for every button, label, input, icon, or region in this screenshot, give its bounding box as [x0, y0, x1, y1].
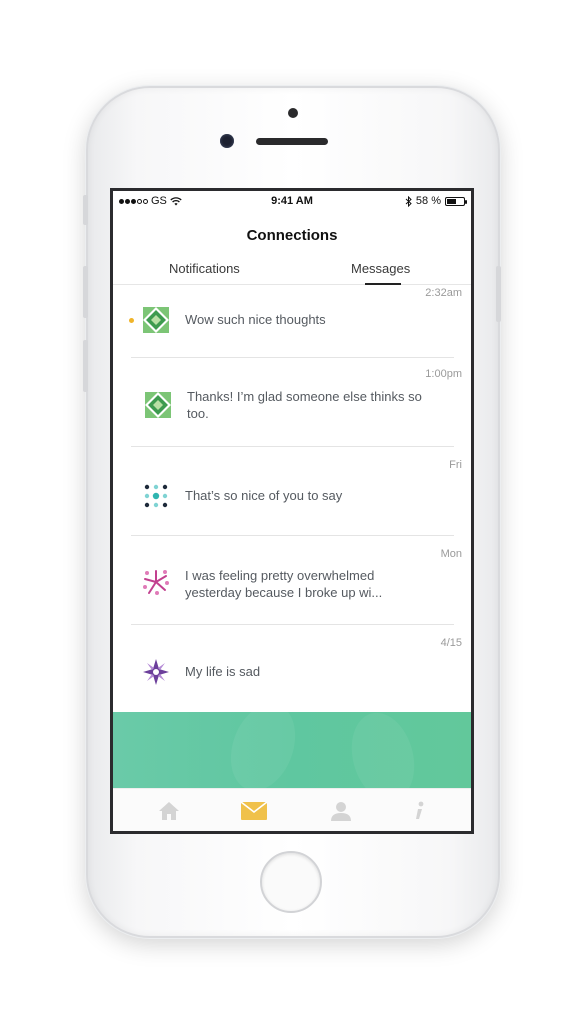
message-preview: That’s so nice of you to say — [185, 488, 343, 503]
page-title: Connections — [246, 227, 338, 244]
tab-profile[interactable] — [328, 800, 354, 822]
tab-messages[interactable]: Messages — [351, 261, 410, 276]
info-icon — [416, 801, 424, 819]
green-quilt-avatar-icon — [143, 307, 169, 333]
mail-icon — [241, 802, 267, 820]
list-item[interactable]: 1:00pm Thanks! I’m glad someone else thi… — [113, 358, 471, 446]
dots-avatar-icon — [143, 483, 169, 509]
purple-star-avatar-icon — [143, 659, 169, 685]
power-button — [496, 266, 501, 322]
list-item[interactable]: Mon I was feeling pretty overwhelmed yes… — [113, 536, 471, 624]
list-item[interactable]: 4/15 My life is sad — [113, 625, 471, 711]
decorative-banner — [113, 712, 471, 788]
message-time: Mon — [440, 548, 462, 560]
status-bar: GS 9:41 AM 58 % — [113, 191, 471, 213]
message-preview: Wow such nice thoughts — [185, 312, 326, 327]
battery-icon — [445, 196, 467, 206]
message-preview: Thanks! I’m glad someone else thinks so … — [187, 389, 422, 421]
message-time: 4/15 — [440, 637, 462, 649]
message-preview: My life is sad — [185, 664, 261, 679]
volume-up-button — [83, 266, 88, 318]
proximity-sensor — [288, 108, 298, 118]
earpiece-speaker — [256, 138, 328, 145]
battery-fill — [447, 198, 456, 204]
tab-bar: Notifications Messages — [113, 259, 471, 285]
list-item[interactable]: 2:32am Wow such nice thoughts — [113, 285, 471, 357]
status-right: 58 % — [405, 195, 467, 207]
message-time: Fri — [449, 459, 462, 471]
message-time: 1:00pm — [425, 368, 462, 380]
mute-switch — [83, 195, 88, 225]
bottom-tab-bar — [113, 788, 471, 831]
profile-icon — [331, 802, 351, 821]
tab-messages-icon[interactable] — [241, 800, 267, 822]
tab-notifications[interactable]: Notifications — [169, 261, 240, 276]
message-time: 2:32am — [425, 287, 462, 299]
green-quilt-avatar-icon — [145, 392, 171, 418]
app-screen: GS 9:41 AM 58 % Connections Notification… — [110, 188, 474, 834]
volume-down-button — [83, 340, 88, 392]
pink-burst-avatar-icon — [143, 569, 169, 595]
list-item[interactable]: Fri That’s so nice of you to say — [113, 447, 471, 535]
bluetooth-icon — [405, 195, 412, 207]
home-icon — [159, 802, 179, 820]
home-button[interactable] — [260, 851, 322, 913]
tab-info[interactable] — [406, 800, 432, 822]
front-camera — [220, 134, 234, 148]
message-preview: I was feeling pretty overwhelmed yesterd… — [185, 568, 383, 600]
battery-percent: 58 % — [415, 195, 441, 207]
unread-indicator — [129, 318, 134, 323]
tab-home[interactable] — [156, 800, 182, 822]
